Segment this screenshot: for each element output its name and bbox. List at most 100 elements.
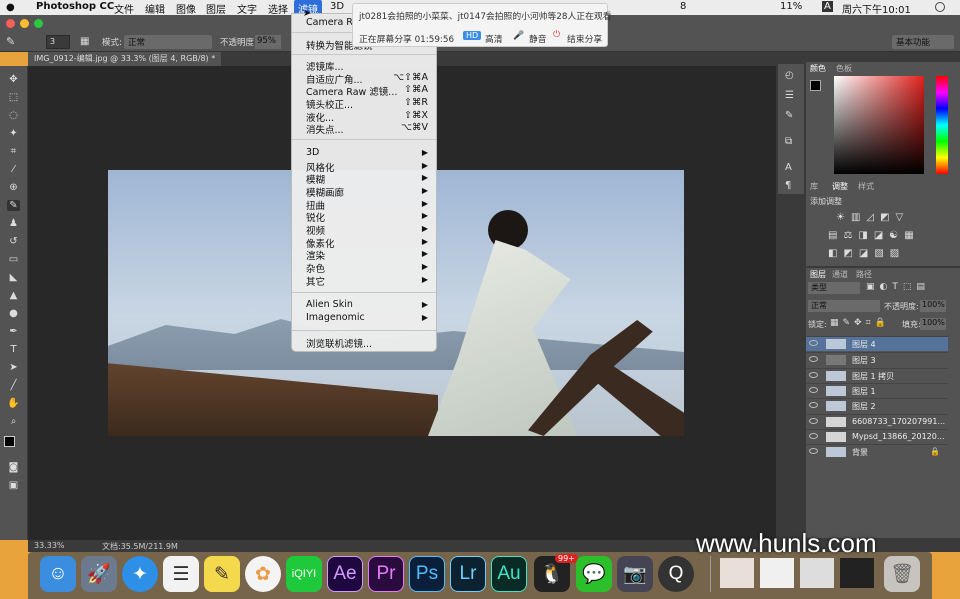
dodge-tool-icon[interactable]: ●: [7, 308, 20, 319]
dock-stack-thumbnail[interactable]: [840, 558, 874, 588]
history-panel-icon[interactable]: ◴: [785, 70, 794, 81]
zoom-button[interactable]: [34, 19, 43, 28]
tab-paths[interactable]: 路径: [852, 268, 876, 281]
blur-tool-icon[interactable]: ▲: [7, 290, 20, 301]
layer-filter-icons[interactable]: ▣◐T⬚▤: [866, 282, 930, 292]
menu-item-browse-online[interactable]: 浏览联机滤镜...: [306, 336, 372, 350]
launchpad-icon[interactable]: 🚀: [81, 556, 117, 592]
audition-icon[interactable]: Au: [491, 556, 527, 592]
dock-stack-thumbnail[interactable]: [760, 558, 794, 588]
tab-layers[interactable]: 图层: [806, 268, 830, 281]
notes-icon[interactable]: ✎: [204, 556, 240, 592]
line-tool-icon[interactable]: ╱: [7, 380, 20, 391]
healing-tool-icon[interactable]: ⊕: [7, 182, 20, 193]
document-tab[interactable]: IMG_0912-编辑.jpg @ 33.3% (图层 4, RGB/8) *: [28, 52, 222, 66]
dock-stack-thumbnail[interactable]: [800, 558, 834, 588]
wechat-icon[interactable]: 💬: [576, 556, 612, 592]
menu-item-video[interactable]: 视频: [306, 223, 325, 237]
menu-select[interactable]: 选择: [268, 1, 288, 16]
menu-edit[interactable]: 编辑: [145, 1, 165, 16]
paragraph-panel-icon[interactable]: ¶: [785, 180, 791, 191]
after-effects-icon[interactable]: Ae: [327, 556, 363, 592]
clone-source-icon[interactable]: ⧉: [785, 136, 792, 147]
history-brush-tool-icon[interactable]: ↺: [7, 236, 20, 247]
adjustment-icons-row1[interactable]: ☀▥◿◩▽: [836, 212, 909, 223]
premiere-icon[interactable]: Pr: [368, 556, 404, 592]
quicktime-icon[interactable]: Q: [658, 556, 694, 592]
color-field[interactable]: [834, 76, 924, 174]
layer-row[interactable]: 图层 3: [806, 352, 948, 367]
safari-icon[interactable]: ✦: [122, 556, 158, 592]
zoom-level[interactable]: 33.33%: [34, 541, 65, 550]
tab-libraries[interactable]: 库: [806, 180, 822, 193]
brush-panel-icon[interactable]: ▦: [80, 36, 89, 47]
layer-row[interactable]: 6608733_170207991...: [806, 414, 948, 429]
lasso-tool-icon[interactable]: ◌: [7, 110, 20, 121]
zoom-tool-icon[interactable]: ⌕: [7, 416, 20, 427]
fill-input[interactable]: 100%: [920, 318, 946, 330]
workspace-select[interactable]: 基本功能: [892, 35, 954, 49]
menu-item-render[interactable]: 渲染: [306, 248, 325, 262]
dock-stack-thumbnail[interactable]: [720, 558, 754, 588]
battery-percent[interactable]: 11%: [780, 1, 802, 12]
layer-row[interactable]: 图层 1: [806, 383, 948, 398]
stop-share-button[interactable]: 结束分享: [567, 32, 602, 45]
layer-row[interactable]: 图层 4: [806, 336, 948, 351]
search-icon[interactable]: [935, 2, 945, 12]
brush-size-picker[interactable]: 3: [46, 35, 70, 49]
menu-item-filter-gallery[interactable]: 滤镜库...: [306, 59, 344, 73]
minimize-button[interactable]: [20, 19, 29, 28]
stamp-tool-icon[interactable]: ♟: [7, 218, 20, 229]
doc-size[interactable]: 文档:35.5M/211.9M: [102, 541, 178, 552]
trash-icon[interactable]: 🗑: [884, 556, 920, 592]
menu-image[interactable]: 图像: [176, 1, 196, 16]
tab-swatches[interactable]: 色板: [832, 62, 856, 75]
menu-item-alien-skin[interactable]: Alien Skin: [306, 299, 353, 310]
clock[interactable]: 周六下午10:01: [842, 1, 911, 16]
layer-row[interactable]: 图层 2: [806, 398, 948, 413]
quality-button[interactable]: 高清: [485, 32, 503, 45]
character-panel-icon[interactable]: A: [785, 162, 792, 173]
properties-panel-icon[interactable]: ☰: [785, 90, 794, 101]
iqiyi-icon[interactable]: iQIYI: [286, 556, 322, 592]
reminders-icon[interactable]: ☰: [163, 556, 199, 592]
menu-item-other[interactable]: 其它: [306, 274, 325, 288]
paint-bucket-tool-icon[interactable]: ◣: [7, 272, 20, 283]
menu-item-3d[interactable]: 3D: [306, 147, 319, 158]
menu-3d[interactable]: 3D: [330, 1, 344, 12]
adjustment-icons-row3[interactable]: ◧◩◪▧▨: [828, 248, 905, 259]
menu-item-lens-correction[interactable]: 镜头校正...: [306, 97, 353, 111]
photos-icon[interactable]: ✿: [245, 556, 281, 592]
opacity-input[interactable]: 95%: [255, 35, 281, 49]
eyedropper-tool-icon[interactable]: ⁄: [7, 164, 20, 175]
layer-row[interactable]: 图层 1 拷贝: [806, 368, 948, 383]
microphone-icon[interactable]: 🎤: [513, 31, 524, 41]
quick-mask-icon[interactable]: ◙: [7, 462, 20, 473]
path-selection-tool-icon[interactable]: ➤: [7, 362, 20, 373]
menu-layer[interactable]: 图层: [206, 1, 226, 16]
hue-slider[interactable]: [936, 76, 948, 174]
marquee-tool-icon[interactable]: ⬚: [7, 92, 20, 103]
tab-channels[interactable]: 通道: [828, 268, 852, 281]
menu-item-imagenomic[interactable]: Imagenomic: [306, 312, 365, 323]
lightroom-icon[interactable]: Lr: [450, 556, 486, 592]
apple-icon[interactable]: ●: [6, 3, 15, 13]
power-icon[interactable]: ⏻: [553, 30, 560, 40]
input-source[interactable]: A: [822, 1, 833, 12]
layer-row[interactable]: Mypsd_13866_20120...: [806, 429, 948, 444]
crop-tool-icon[interactable]: ⌗: [7, 146, 20, 157]
foreground-color-swatch[interactable]: [4, 436, 15, 447]
menu-type[interactable]: 文字: [237, 1, 257, 16]
menu-item-sharpen[interactable]: 锐化: [306, 210, 325, 224]
layer-blend-mode[interactable]: 正常: [808, 300, 880, 312]
menu-item-noise[interactable]: 杂色: [306, 261, 325, 275]
brush-tool-icon[interactable]: ✎: [6, 35, 15, 48]
mode-select[interactable]: 正常: [124, 35, 212, 49]
hand-tool-icon[interactable]: ✋: [7, 398, 20, 409]
brush-presets-icon[interactable]: ✎: [785, 110, 793, 121]
finder-icon[interactable]: ☺: [40, 556, 76, 592]
tab-styles[interactable]: 样式: [854, 180, 878, 193]
preview-icon[interactable]: 📷: [617, 556, 653, 592]
magic-wand-tool-icon[interactable]: ✦: [7, 128, 20, 139]
screen-mode-icon[interactable]: ▣: [7, 480, 20, 491]
